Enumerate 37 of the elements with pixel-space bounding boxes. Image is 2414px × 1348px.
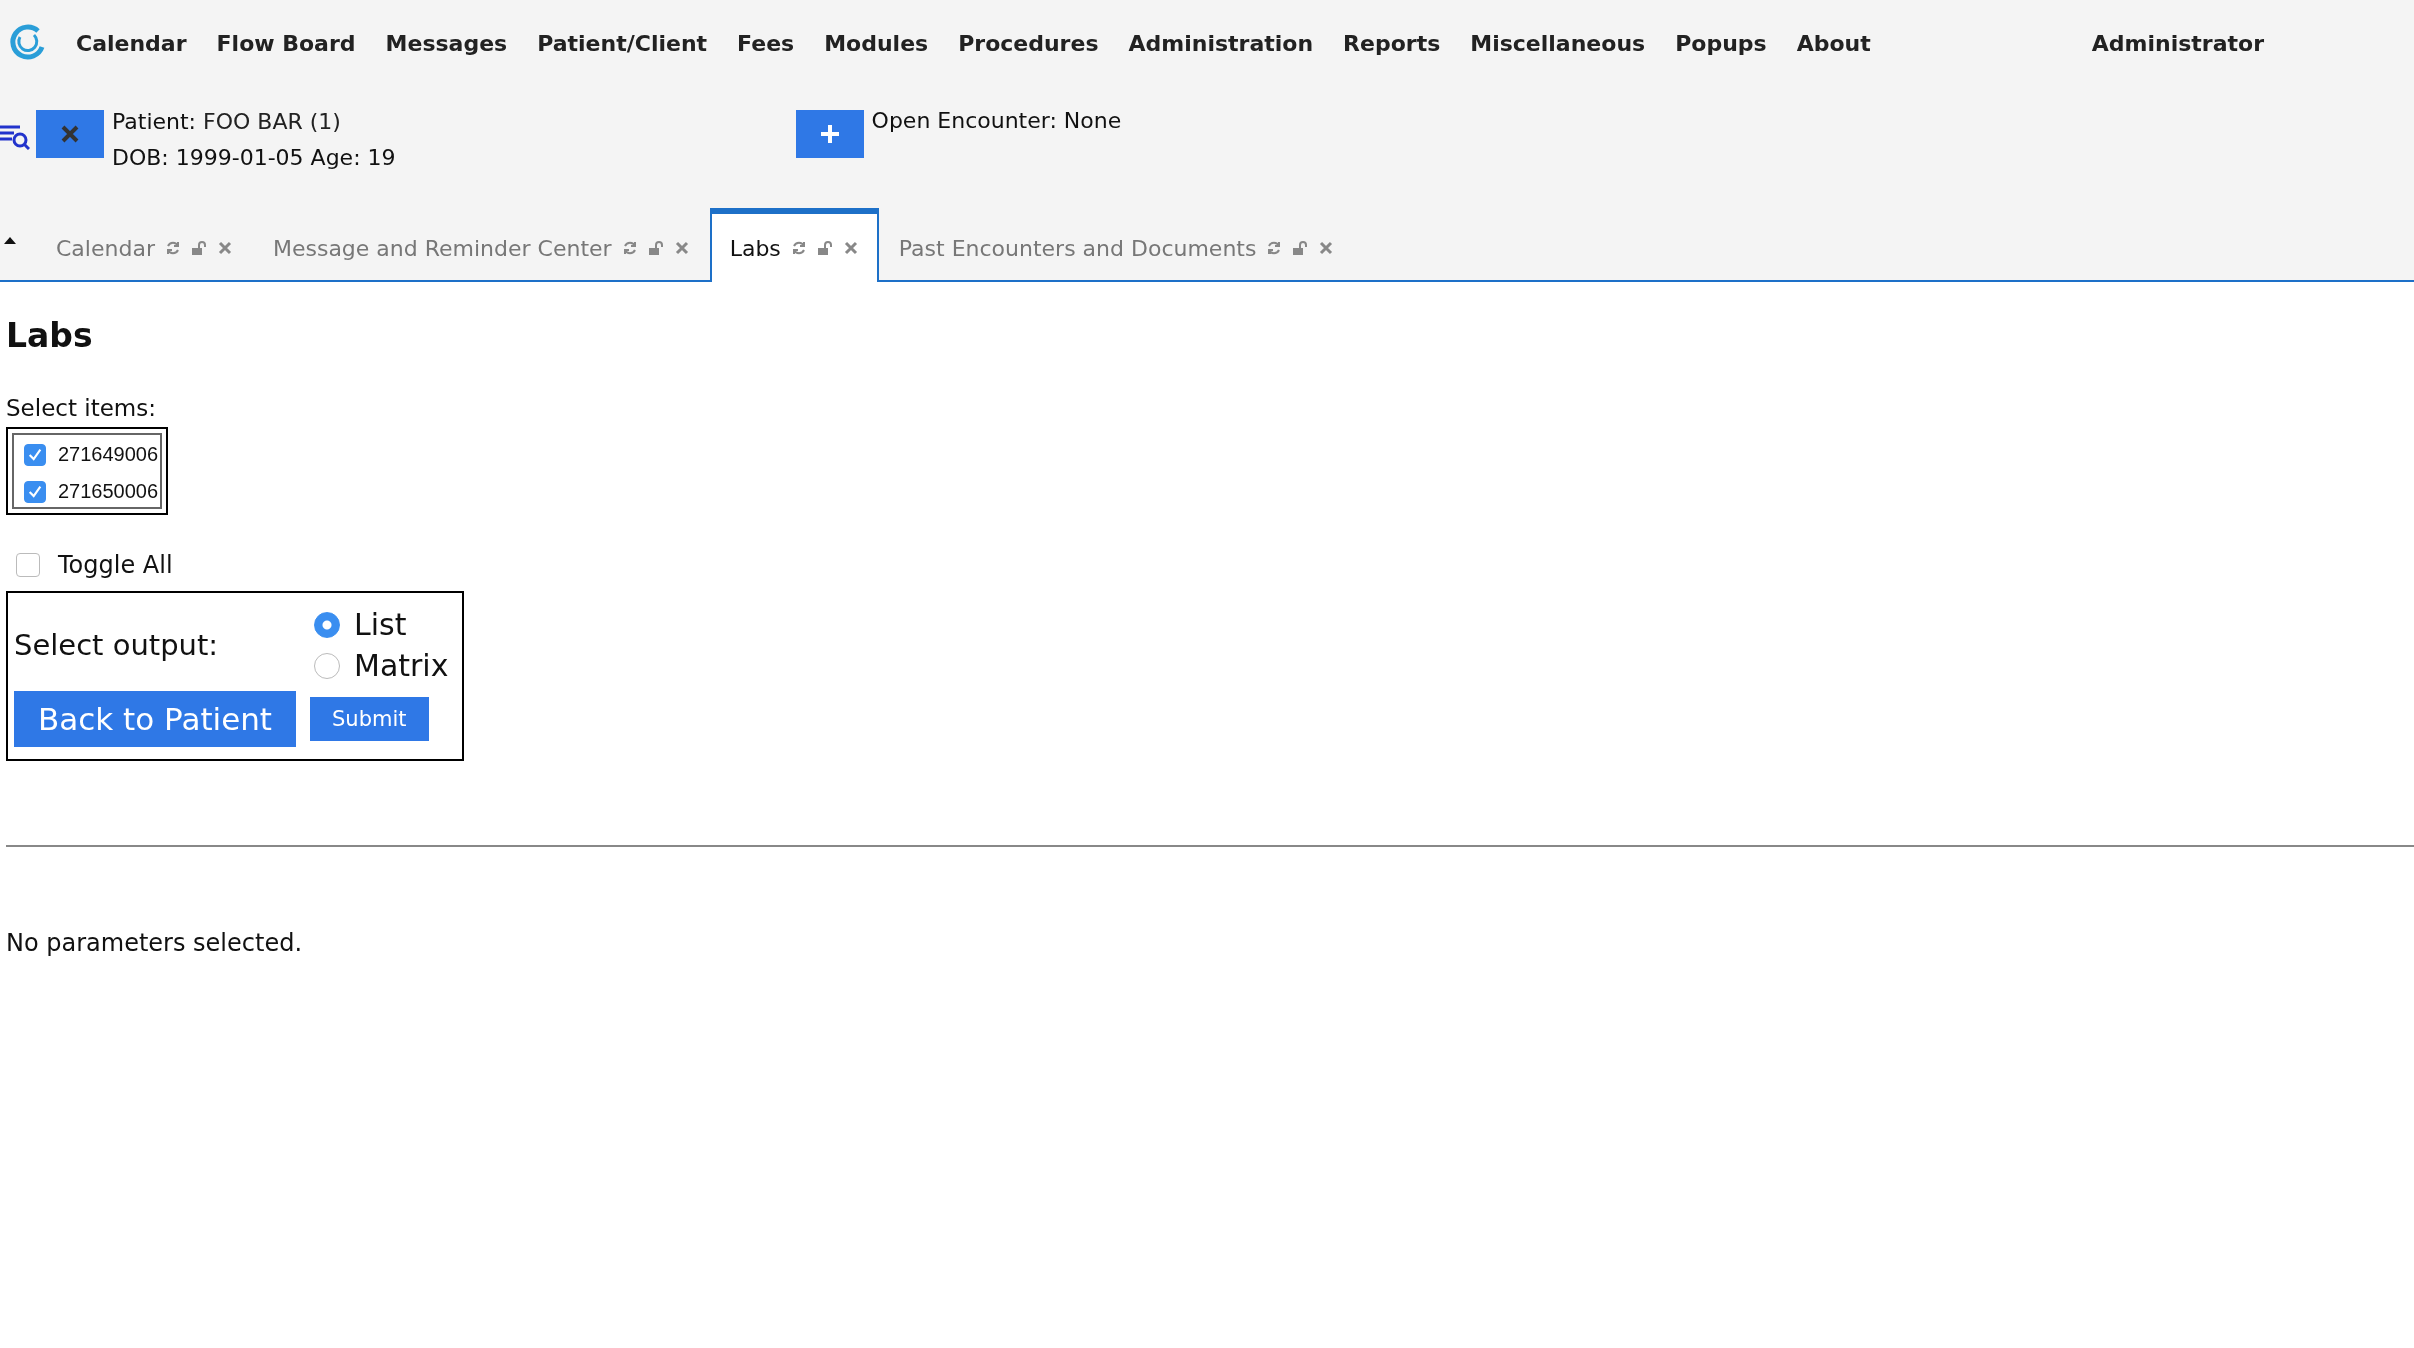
- nav-menu-item[interactable]: Administration: [1128, 30, 1314, 56]
- radio-label: List: [354, 607, 407, 642]
- tab[interactable]: Calendar: [36, 212, 253, 282]
- tab[interactable]: Past Encounters and Documents: [878, 212, 1355, 282]
- nav-menu-item[interactable]: Procedures: [958, 30, 1099, 56]
- nav-menu-item[interactable]: Reports: [1343, 30, 1441, 56]
- submit-button[interactable]: Submit: [310, 697, 429, 741]
- tab[interactable]: Message and Reminder Center: [252, 212, 710, 282]
- patient-details: DOB: 1999-01-05 Age: 19: [112, 144, 396, 172]
- tab-label[interactable]: Labs: [729, 235, 781, 261]
- select-items-label: Select items:: [6, 395, 157, 421]
- nav-menu-item[interactable]: Patient/Client: [537, 30, 708, 56]
- page-title: Labs: [6, 316, 94, 355]
- select-output-label: Select output:: [14, 628, 220, 662]
- items-listbox[interactable]: 271649006 271650006: [6, 427, 169, 515]
- item-label: 271649006: [58, 443, 159, 466]
- open-encounter-text: Open Encounter: None: [871, 108, 1122, 133]
- nav-menu-item[interactable]: Flow Board: [216, 30, 356, 56]
- patient-name-link[interactable]: FOO BAR (1): [203, 109, 341, 134]
- nav-menu-item[interactable]: Calendar: [76, 30, 187, 56]
- nav-menu-item[interactable]: Miscellaneous: [1470, 30, 1646, 56]
- toggle-all-label: Toggle All: [58, 551, 173, 579]
- user-menu[interactable]: Administrator: [2091, 30, 2264, 56]
- nav-menu-item[interactable]: Popups: [1675, 30, 1767, 56]
- nav-menu-item[interactable]: About: [1796, 30, 1871, 56]
- item-label: 271650006: [58, 480, 159, 503]
- tab-label[interactable]: Calendar: [56, 235, 155, 261]
- status-message: No parameters selected.: [6, 929, 304, 957]
- tab-label[interactable]: Message and Reminder Center: [272, 235, 612, 261]
- nav-menu-item[interactable]: Fees: [737, 30, 795, 56]
- radio-label: Matrix: [354, 648, 449, 683]
- nav-menu-item[interactable]: Modules: [824, 30, 929, 56]
- back-to-patient-button[interactable]: Back to Patient: [14, 691, 297, 747]
- tab-label[interactable]: Past Encounters and Documents: [898, 235, 1257, 261]
- tab[interactable]: Labs: [709, 208, 879, 282]
- patient-name: Patient: FOO BAR (1): [112, 108, 342, 136]
- nav-menu-item[interactable]: Messages: [385, 30, 508, 56]
